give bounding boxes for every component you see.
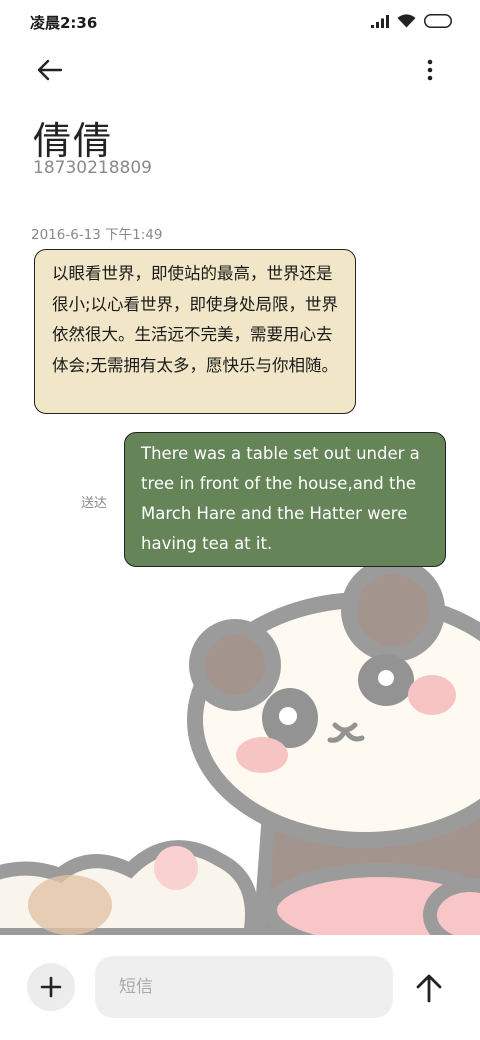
header (0, 44, 480, 94)
outgoing-message-text: There was a table set out under a tree i… (141, 444, 420, 553)
more-vertical-icon (427, 59, 433, 81)
add-attachment-button[interactable] (27, 963, 75, 1011)
panda-background-illustration (0, 560, 480, 935)
compose-bar (0, 935, 480, 1040)
more-options-button[interactable] (412, 52, 448, 88)
sms-input[interactable] (95, 956, 393, 1018)
message-timestamp: 2016-6-13 下午1:49 (31, 227, 163, 243)
signal-icon (371, 13, 389, 32)
send-button[interactable] (408, 967, 450, 1009)
incoming-message-bubble[interactable]: 以眼看世界，即使站的最高，世界还是很小;以心看世界，即使身处局限，世界依然很大。… (34, 249, 356, 414)
status-time: 凌晨2:36 (30, 13, 98, 32)
back-button[interactable] (32, 52, 68, 88)
send-arrow-up-icon (416, 974, 442, 1003)
outgoing-message-bubble[interactable]: There was a table set out under a tree i… (124, 432, 446, 567)
delivery-status: 送达 (81, 496, 108, 511)
status-icons (371, 13, 454, 32)
incoming-message-text: 以眼看世界，即使站的最高，世界还是很小;以心看世界，即使身处局限，世界依然很大。… (52, 264, 339, 375)
contact-name: 倩倩 (33, 119, 114, 163)
contact-number: 18730218809 (33, 158, 152, 178)
wifi-icon (397, 13, 416, 32)
arrow-left-icon (37, 59, 63, 81)
plus-icon (40, 976, 62, 998)
battery-icon (424, 13, 454, 32)
status-bar: 凌晨2:36 (0, 0, 480, 44)
